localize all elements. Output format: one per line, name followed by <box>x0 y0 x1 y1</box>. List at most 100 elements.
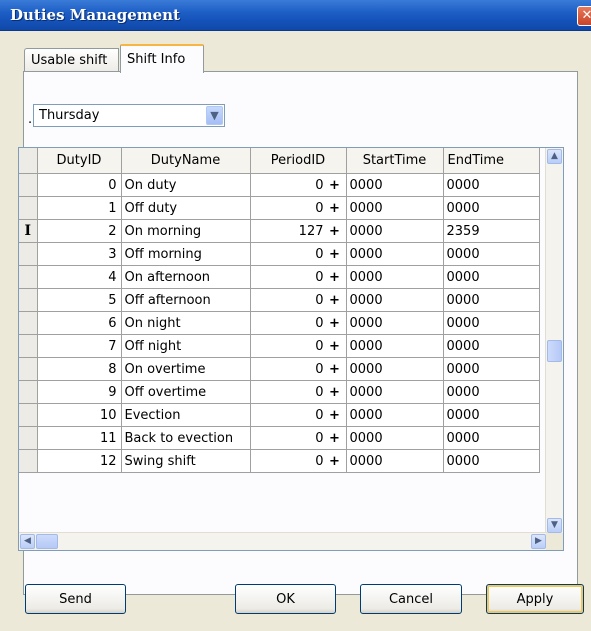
scroll-up-icon[interactable]: ▲ <box>547 149 562 164</box>
row-selector[interactable] <box>19 403 38 427</box>
scroll-right-icon[interactable]: ▶ <box>531 534 546 549</box>
cell-endtime[interactable]: 0000 <box>443 265 540 289</box>
cell-periodid[interactable]: 0 + <box>250 311 347 335</box>
scroll-left-icon[interactable]: ◀ <box>20 534 35 549</box>
period-plus-icon[interactable]: + <box>324 339 346 354</box>
cell-endtime[interactable]: 0000 <box>443 449 540 473</box>
cell-dutyid[interactable]: 8 <box>37 357 122 381</box>
period-plus-icon[interactable]: + <box>324 293 346 308</box>
cell-dutyname[interactable]: On overtime <box>121 357 251 381</box>
period-plus-icon[interactable]: + <box>324 270 346 285</box>
cell-starttime[interactable]: 0000 <box>346 449 444 473</box>
cell-periodid[interactable]: 0 + <box>250 403 347 427</box>
cell-dutyid[interactable]: 9 <box>37 380 122 404</box>
cell-dutyid[interactable]: 7 <box>37 334 122 358</box>
send-button[interactable]: Send <box>25 584 126 614</box>
cell-dutyname[interactable]: Evection <box>121 403 251 427</box>
cell-endtime[interactable]: 0000 <box>443 288 540 312</box>
cell-periodid[interactable]: 0 + <box>250 265 347 289</box>
row-selector[interactable] <box>19 357 38 381</box>
cancel-button[interactable]: Cancel <box>360 584 462 614</box>
cell-dutyid[interactable]: 12 <box>37 449 122 473</box>
row-selector[interactable] <box>19 311 38 335</box>
day-select[interactable]: Thursday ▼ <box>33 104 225 127</box>
cell-dutyid[interactable]: 10 <box>37 403 122 427</box>
cell-dutyname[interactable]: Off overtime <box>121 380 251 404</box>
cell-dutyid[interactable]: 1 <box>37 196 122 220</box>
cell-starttime[interactable]: 0000 <box>346 334 444 358</box>
cell-endtime[interactable]: 0000 <box>443 173 540 197</box>
period-plus-icon[interactable]: + <box>324 247 346 262</box>
cell-endtime[interactable]: 0000 <box>443 242 540 266</box>
vertical-scrollbar[interactable]: ▲ ▼ <box>545 148 563 534</box>
period-plus-icon[interactable]: + <box>324 454 346 469</box>
period-plus-icon[interactable]: + <box>324 178 346 193</box>
table-row[interactable]: 9 Off overtime 0 +0000 0000 <box>19 380 540 404</box>
text-cursor-icon[interactable]: I <box>19 219 38 243</box>
ok-button[interactable]: OK <box>235 584 336 614</box>
close-icon[interactable]: ✕ <box>577 6 591 26</box>
cell-dutyid[interactable]: 3 <box>37 242 122 266</box>
column-header-periodid[interactable]: PeriodID <box>250 148 347 174</box>
cell-periodid[interactable]: 0 + <box>250 242 347 266</box>
cell-dutyname[interactable]: Swing shift <box>121 449 251 473</box>
row-selector[interactable] <box>19 196 38 220</box>
apply-button[interactable]: Apply <box>486 584 584 614</box>
cell-starttime[interactable]: 0000 <box>346 265 444 289</box>
column-header-starttime[interactable]: StartTime <box>346 148 444 174</box>
row-selector[interactable] <box>19 334 38 358</box>
cell-dutyid[interactable]: 6 <box>37 311 122 335</box>
column-header-dutyname[interactable]: DutyName <box>121 148 251 174</box>
cell-dutyname[interactable]: On afternoon <box>121 265 251 289</box>
table-row[interactable]: 3 Off morning 0 +0000 0000 <box>19 242 540 266</box>
period-plus-icon[interactable]: + <box>324 362 346 377</box>
table-row[interactable]: 7 Off night 0 +0000 0000 <box>19 334 540 358</box>
cell-periodid[interactable]: 0 + <box>250 334 347 358</box>
row-selector[interactable] <box>19 380 38 404</box>
period-plus-icon[interactable]: + <box>324 224 346 239</box>
cell-dutyname[interactable]: Off morning <box>121 242 251 266</box>
row-selector-header[interactable] <box>19 148 38 174</box>
cell-dutyid[interactable]: 2 <box>37 219 122 243</box>
cell-dutyname[interactable]: Back to evection <box>121 426 251 450</box>
cell-dutyid[interactable]: 11 <box>37 426 122 450</box>
row-selector[interactable] <box>19 288 38 312</box>
cell-periodid[interactable]: 127 + <box>250 219 347 243</box>
table-row[interactable]: I 2 On morning 127 +0000 2359 <box>19 219 540 243</box>
cell-periodid[interactable]: 0 + <box>250 449 347 473</box>
cell-starttime[interactable]: 0000 <box>346 219 444 243</box>
cell-starttime[interactable]: 0000 <box>346 242 444 266</box>
cell-endtime[interactable]: 0000 <box>443 426 540 450</box>
cell-dutyname[interactable]: On night <box>121 311 251 335</box>
cell-dutyname[interactable]: On morning <box>121 219 251 243</box>
table-row[interactable]: 12 Swing shift 0 +0000 0000 <box>19 449 540 473</box>
cell-dutyname[interactable]: On duty <box>121 173 251 197</box>
cell-starttime[interactable]: 0000 <box>346 357 444 381</box>
table-row[interactable]: 0 On duty 0 +0000 0000 <box>19 173 540 197</box>
cell-starttime[interactable]: 0000 <box>346 426 444 450</box>
table-row[interactable]: 1 Off duty 0 +0000 0000 <box>19 196 540 220</box>
row-selector[interactable] <box>19 265 38 289</box>
table-row[interactable]: 4 On afternoon 0 +0000 0000 <box>19 265 540 289</box>
cell-dutyid[interactable]: 5 <box>37 288 122 312</box>
cell-dutyname[interactable]: Off afternoon <box>121 288 251 312</box>
cell-dutyname[interactable]: Off night <box>121 334 251 358</box>
horizontal-scrollbar[interactable]: ◀ ▶ <box>19 532 547 550</box>
table-row[interactable]: 11 Back to evection 0 +0000 0000 <box>19 426 540 450</box>
cell-dutyid[interactable]: 4 <box>37 265 122 289</box>
cell-starttime[interactable]: 0000 <box>346 288 444 312</box>
period-plus-icon[interactable]: + <box>324 201 346 216</box>
horizontal-scroll-thumb[interactable] <box>36 534 58 549</box>
cell-dutyid[interactable]: 0 <box>37 173 122 197</box>
cell-periodid[interactable]: 0 + <box>250 196 347 220</box>
cell-periodid[interactable]: 0 + <box>250 426 347 450</box>
cell-starttime[interactable]: 0000 <box>346 380 444 404</box>
cell-endtime[interactable]: 0000 <box>443 196 540 220</box>
duty-grid[interactable]: DutyID DutyName PeriodID StartTime EndTi… <box>18 147 564 551</box>
cell-endtime[interactable]: 0000 <box>443 311 540 335</box>
cell-endtime[interactable]: 0000 <box>443 357 540 381</box>
scroll-down-icon[interactable]: ▼ <box>547 518 562 533</box>
period-plus-icon[interactable]: + <box>324 316 346 331</box>
tab-usable-shift[interactable]: Usable shift <box>24 48 119 72</box>
cell-endtime[interactable]: 0000 <box>443 334 540 358</box>
